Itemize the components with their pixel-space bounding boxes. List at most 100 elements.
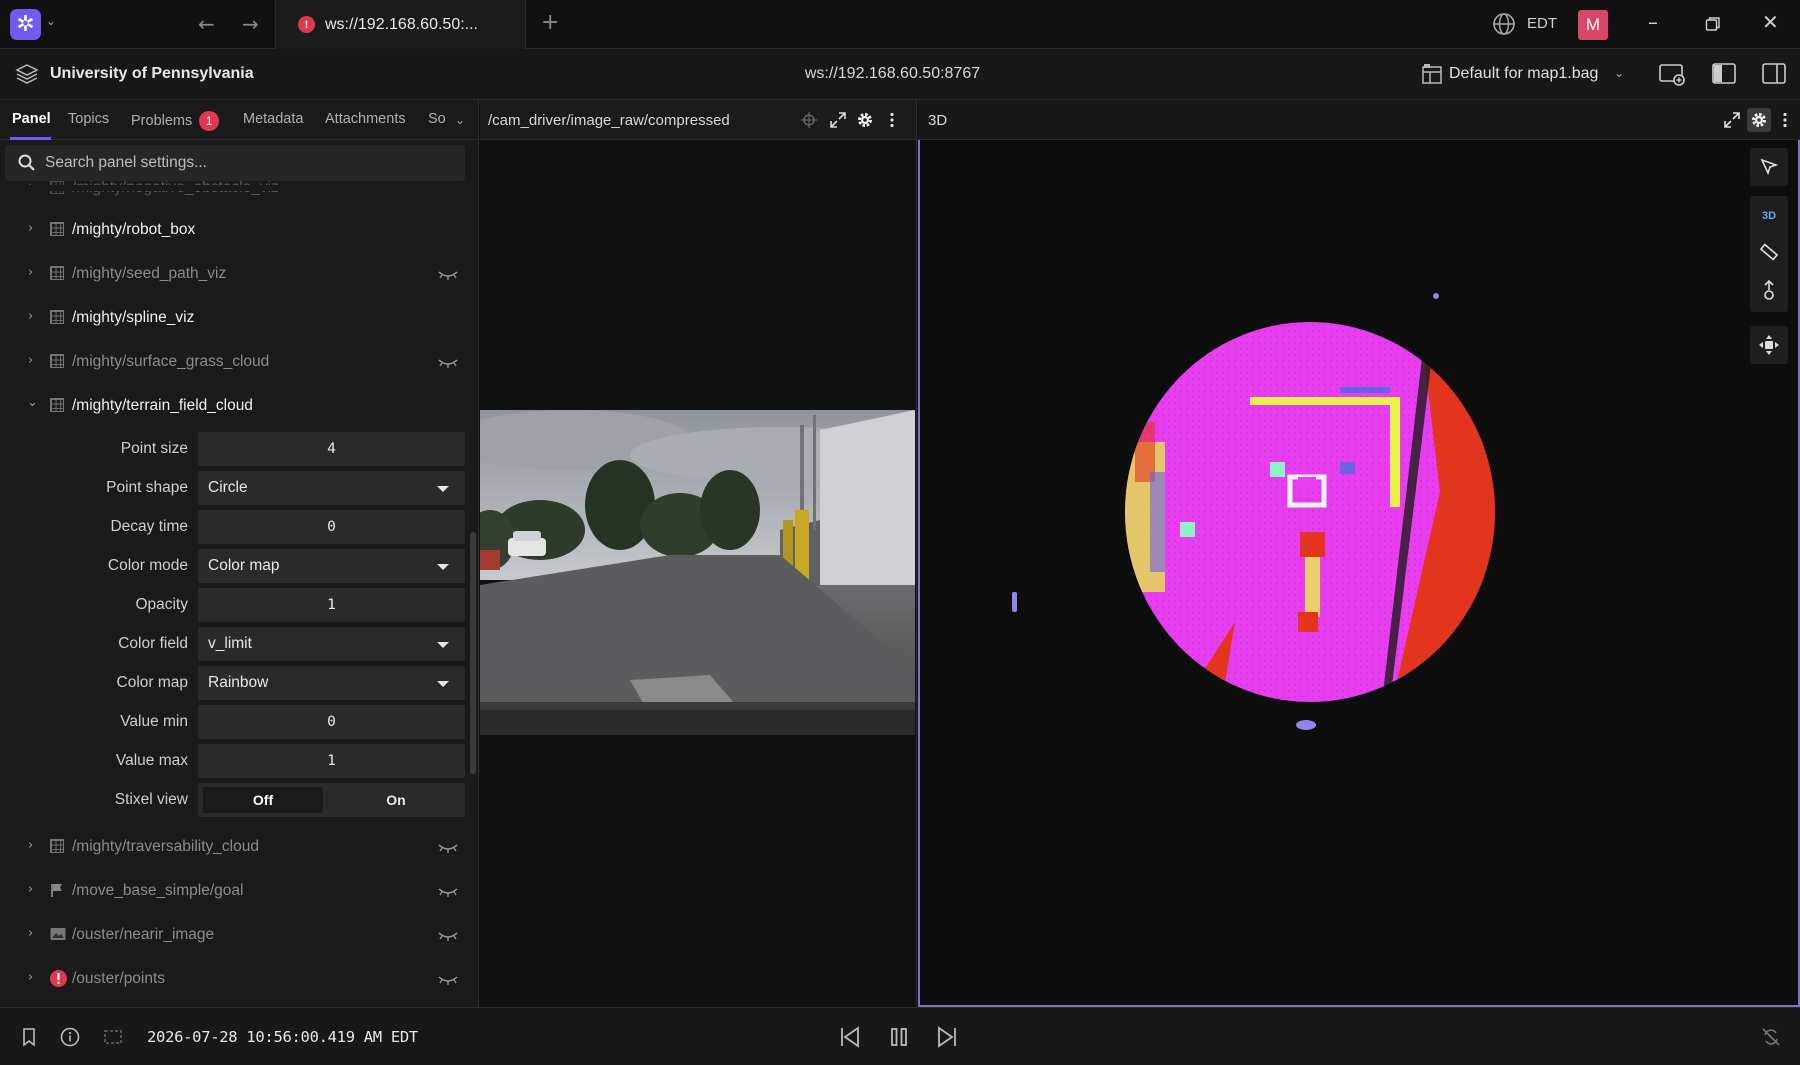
point-shape-select[interactable]: Circle: [198, 471, 465, 505]
panel-3d[interactable]: 3D 3D: [918, 100, 1800, 1007]
tab-title: ws://192.168.60.50:...: [325, 15, 478, 33]
new-tab-plus-icon[interactable]: +: [541, 10, 559, 35]
user-avatar[interactable]: M: [1578, 10, 1608, 40]
expand-chevron-icon[interactable]: ›: [28, 309, 33, 324]
tab-panel[interactable]: Panel: [12, 111, 51, 127]
panel-3d-title[interactable]: 3D: [928, 112, 947, 129]
more-vertical-icon[interactable]: [883, 111, 901, 129]
ruler-icon[interactable]: [1759, 242, 1779, 262]
view-tool-group: 3D: [1750, 196, 1788, 312]
topic-row[interactable]: › /mighty/robot_box: [0, 212, 468, 248]
left-sidebar-toggle-icon[interactable]: [1712, 62, 1738, 86]
forward-arrow-icon[interactable]: →: [242, 12, 259, 36]
sidebar-scrollbar[interactable]: [470, 532, 476, 774]
tab-attachments[interactable]: Attachments: [325, 111, 406, 127]
seek-forward-icon[interactable]: [935, 1026, 959, 1048]
point-size-input[interactable]: 4: [198, 432, 465, 466]
expand-icon[interactable]: [829, 111, 847, 129]
expand-chevron-icon[interactable]: ›: [28, 882, 33, 897]
setting-value-max: Value max 1: [0, 743, 470, 779]
tab-overflow[interactable]: So: [428, 111, 446, 127]
expand-icon[interactable]: [1723, 111, 1741, 129]
eye-closed-icon[interactable]: [437, 974, 459, 986]
topic-row[interactable]: › /mighty/seed_path_viz: [0, 256, 468, 292]
settings-gear-icon[interactable]: [1750, 111, 1768, 129]
color-mode-select[interactable]: Color map: [198, 549, 465, 583]
info-icon[interactable]: [60, 1027, 80, 1047]
topic-row[interactable]: › /ouster/points: [0, 961, 468, 997]
value-max-input[interactable]: 1: [198, 744, 465, 778]
setting-stixel-view: Stixel view Off On: [0, 782, 470, 818]
expand-chevron-icon[interactable]: ›: [28, 970, 33, 985]
bookmark-icon[interactable]: [19, 1027, 39, 1047]
stixel-view-toggle: Off On: [198, 783, 465, 817]
stixel-on-button[interactable]: On: [332, 787, 460, 813]
decay-time-input[interactable]: 0: [198, 510, 465, 544]
color-map-select[interactable]: Rainbow: [198, 666, 465, 700]
layout-icon[interactable]: [1421, 63, 1443, 85]
restore-window-icon[interactable]: [1705, 16, 1721, 32]
timezone-label[interactable]: EDT: [1527, 15, 1557, 32]
topic-row[interactable]: › /ouster/nearir_image: [0, 917, 468, 953]
eye-closed-icon[interactable]: [437, 842, 459, 854]
camera-mode-3d-toggle[interactable]: 3D: [1750, 210, 1788, 222]
topic-row[interactable]: › /mighty/traversability_cloud: [0, 829, 468, 865]
color-field-select[interactable]: v_limit: [198, 627, 465, 661]
active-tab-indicator: [10, 137, 51, 140]
topic-row[interactable]: › /move_base_simple/goal: [0, 873, 468, 909]
minimize-window-icon[interactable]: –: [1648, 10, 1658, 34]
eye-closed-icon[interactable]: [437, 886, 459, 898]
point-cloud-view[interactable]: [920, 142, 1798, 1005]
image-panel-header: /cam_driver/image_raw/compressed: [480, 100, 916, 140]
recenter-tool[interactable]: [1750, 326, 1788, 364]
opacity-input[interactable]: 1: [198, 588, 465, 622]
topic-name: /mighty/terrain_field_cloud: [72, 397, 253, 414]
add-panel-icon[interactable]: [1659, 62, 1685, 86]
crosshair-icon[interactable]: [800, 111, 818, 129]
search-icon: [18, 154, 35, 171]
eye-closed-icon[interactable]: [437, 357, 459, 369]
playback-timestamp[interactable]: 2026-07-28 10:56:00.419 AM EDT: [147, 1028, 418, 1046]
layout-selector[interactable]: Default for map1.bag: [1449, 65, 1598, 83]
topic-row[interactable]: › /mighty/surface_grass_cloud: [0, 344, 468, 380]
panel-3d-header: 3D: [918, 100, 1800, 140]
topic-name: /move_base_simple/goal: [72, 882, 244, 899]
expand-chevron-icon[interactable]: ›: [28, 221, 33, 236]
tab-problems[interactable]: Problems 1: [131, 111, 220, 131]
expand-chevron-icon[interactable]: ›: [28, 353, 33, 368]
collapse-chevron-icon[interactable]: ⌄: [27, 395, 38, 410]
back-arrow-icon[interactable]: ←: [198, 12, 215, 36]
publish-pose-icon[interactable]: [1759, 280, 1779, 302]
eye-closed-icon[interactable]: [437, 269, 459, 281]
setting-point-shape: Point shape Circle: [0, 470, 470, 506]
globe-icon[interactable]: [1492, 12, 1516, 36]
camera-image[interactable]: [480, 410, 915, 735]
settings-gear-icon[interactable]: [856, 111, 874, 129]
value-min-input[interactable]: 0: [198, 705, 465, 739]
close-window-icon[interactable]: ✕: [1762, 10, 1779, 34]
select-tool[interactable]: [1750, 148, 1788, 186]
pause-icon[interactable]: [887, 1026, 911, 1048]
app-menu-chevron-icon[interactable]: ⌄: [46, 14, 56, 28]
browser-tab-connection[interactable]: ! ws://192.168.60.50:...: [275, 0, 526, 49]
setting-opacity: Opacity 1: [0, 587, 470, 623]
loop-region-icon[interactable]: [103, 1027, 123, 1047]
app-logo-icon[interactable]: ✲: [10, 9, 41, 40]
expand-chevron-icon[interactable]: ›: [28, 926, 33, 941]
expand-chevron-icon[interactable]: ›: [28, 265, 33, 280]
tabs-chevron-down-icon[interactable]: ⌄: [455, 113, 465, 127]
right-sidebar-toggle-icon[interactable]: [1762, 62, 1788, 86]
layout-chevron-down-icon[interactable]: ⌄: [1614, 66, 1624, 80]
stixel-off-button[interactable]: Off: [203, 787, 323, 813]
tab-metadata[interactable]: Metadata: [243, 111, 303, 127]
expand-chevron-icon[interactable]: ›: [28, 838, 33, 853]
loop-off-icon[interactable]: [1761, 1027, 1781, 1047]
tab-topics[interactable]: Topics: [68, 111, 109, 127]
topic-row-expanded[interactable]: ⌄ /mighty/terrain_field_cloud: [0, 388, 468, 424]
more-vertical-icon[interactable]: [1776, 111, 1794, 129]
eye-closed-icon[interactable]: [437, 930, 459, 942]
topic-row[interactable]: › /mighty/spline_viz: [0, 300, 468, 336]
seek-backward-icon[interactable]: [838, 1026, 862, 1048]
image-topic-title[interactable]: /cam_driver/image_raw/compressed: [488, 112, 730, 129]
search-input-field[interactable]: [45, 145, 455, 181]
